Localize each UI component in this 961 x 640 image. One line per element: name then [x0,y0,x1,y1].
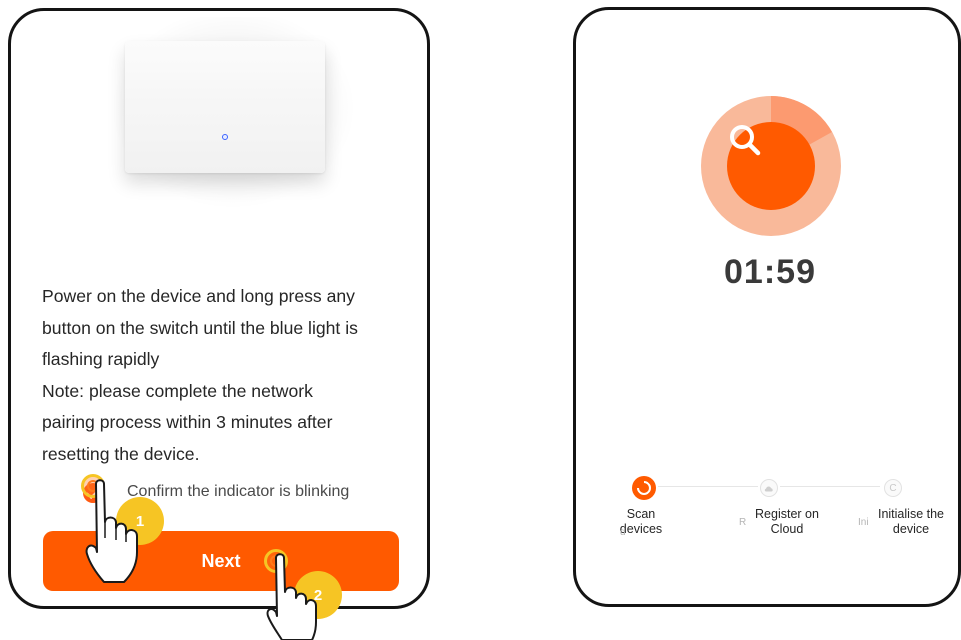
step-label-initialise-device: Initialise the device [868,507,954,537]
left-phone-screen: Power on the device and long press any b… [8,8,430,609]
note-line: Note: please complete the network [42,380,313,401]
blue-indicator-light [222,134,228,140]
scan-progress-ring [701,96,841,236]
instruction-line: button on the switch until the blue ligh… [42,317,358,338]
right-phone-screen: 01:59 Scan devices d Register on Cloud R… [573,7,961,607]
step-label-line: Cloud [770,522,804,536]
step-label-line: Register on [755,507,819,521]
countdown-timer: 01:59 [724,253,816,291]
pointing-hand-icon [266,553,317,640]
pointing-hand-icon [85,479,138,583]
step-label-ghost: Ini [858,517,869,528]
step-label-register-cloud: Register on Cloud [741,507,833,537]
step-label-line: Initialise the [877,507,944,521]
step-label-ghost: d [620,527,626,538]
note-line: pairing process within 3 minutes after [42,412,333,432]
step-connector [658,486,758,487]
scan-button [727,122,815,210]
instruction-text: Power on the device and long press any b… [42,281,402,470]
step-label-ghost: R [739,517,747,528]
switch-device-image [125,41,325,173]
note-line: resetting the device. [42,443,200,464]
instruction-line: flashing rapidly [42,349,160,369]
step-label-line: Scan [626,507,656,521]
device-c-icon: C [884,479,902,497]
step-connector [780,486,880,487]
step-label-line: device [892,522,930,536]
instruction-line: Power on the device and long press any [42,286,355,306]
search-icon [730,125,761,156]
cloud-glyph [764,486,773,492]
